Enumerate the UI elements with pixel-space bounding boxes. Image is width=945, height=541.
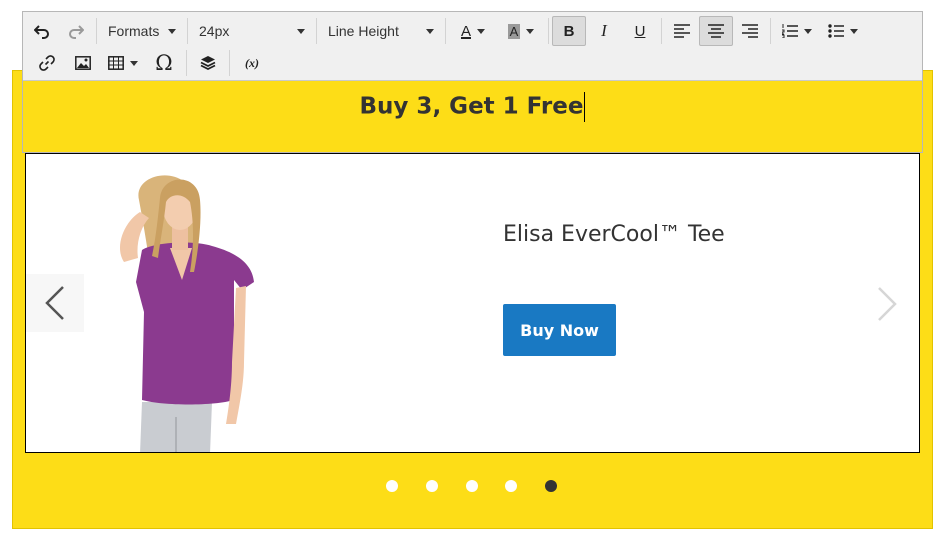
insert-variable-icon[interactable]: (x) [233, 48, 271, 78]
toolbar-separator [186, 50, 187, 76]
bold-button[interactable]: B [552, 16, 586, 46]
align-left-icon[interactable] [665, 16, 699, 46]
text-color-icon: A [460, 22, 471, 40]
chevron-down-icon [297, 28, 305, 34]
buy-now-button[interactable]: Buy Now [503, 304, 616, 356]
background-color-icon: A [507, 23, 521, 39]
text-color-button[interactable]: A [449, 16, 497, 46]
headline-text: Buy 3, Get 1 Free [359, 93, 584, 120]
toolbar-row-1: Formats 24px Line Height A A B I U [23, 15, 866, 47]
product-image [119, 175, 254, 452]
chevron-down-icon [168, 28, 176, 34]
slider-dot-4[interactable] [505, 480, 517, 492]
toolbar-separator [548, 18, 549, 44]
product-slider: Elisa EverCool™ Tee Buy Now [25, 153, 920, 453]
toolbar-separator [661, 18, 662, 44]
editor-content-area[interactable]: Buy 3, Get 1 Free [23, 82, 922, 152]
chevron-down-icon [130, 60, 138, 66]
previous-slide-arrow[interactable] [26, 274, 84, 332]
next-slide-arrow[interactable] [867, 279, 907, 329]
table-icon[interactable] [101, 48, 145, 78]
background-color-button[interactable]: A [497, 16, 545, 46]
wysiwyg-editor: Formats 24px Line Height A A B I U Ω (x)… [22, 11, 923, 153]
formats-dropdown[interactable]: Formats [100, 16, 184, 46]
align-center-icon[interactable] [699, 16, 733, 46]
chevron-down-icon [526, 28, 535, 34]
numbered-list-icon[interactable] [774, 16, 820, 46]
slider-dot-3[interactable] [466, 480, 478, 492]
editor-toolbar: Formats 24px Line Height A A B I U Ω (x) [23, 12, 922, 81]
slider-dot-2[interactable] [426, 480, 438, 492]
toolbar-separator [316, 18, 317, 44]
chevron-right-icon [878, 287, 897, 321]
toolbar-row-2: Ω (x) [23, 47, 271, 79]
special-character-icon[interactable]: Ω [145, 48, 183, 78]
redo-icon[interactable] [59, 16, 93, 46]
formats-label: Formats [108, 23, 160, 39]
toolbar-separator [770, 18, 771, 44]
widget-icon[interactable] [190, 48, 226, 78]
line-height-label: Line Height [328, 23, 399, 39]
toolbar-separator [229, 50, 230, 76]
slider-pagination [386, 480, 566, 494]
font-size-value: 24px [199, 23, 230, 39]
product-name: Elisa EverCool™ Tee [503, 222, 725, 247]
toolbar-separator [96, 18, 97, 44]
chevron-down-icon [850, 28, 858, 34]
font-size-dropdown[interactable]: 24px [191, 16, 313, 46]
slider-dot-5[interactable] [545, 480, 557, 492]
underline-button[interactable]: U [622, 16, 658, 46]
toolbar-separator [187, 18, 188, 44]
toolbar-separator [445, 18, 446, 44]
text-cursor [584, 92, 586, 122]
italic-button[interactable]: I [586, 16, 622, 46]
line-height-dropdown[interactable]: Line Height [320, 16, 442, 46]
align-right-icon[interactable] [733, 16, 767, 46]
image-icon[interactable] [65, 48, 101, 78]
headline[interactable]: Buy 3, Get 1 Free [23, 92, 922, 122]
chevron-left-icon [45, 286, 64, 320]
chevron-down-icon [426, 28, 434, 34]
slider-dot-1[interactable] [386, 480, 398, 492]
bullet-list-icon[interactable] [820, 16, 866, 46]
link-icon[interactable] [29, 48, 65, 78]
chevron-down-icon [477, 28, 485, 34]
undo-icon[interactable] [25, 16, 59, 46]
chevron-down-icon [804, 28, 812, 34]
